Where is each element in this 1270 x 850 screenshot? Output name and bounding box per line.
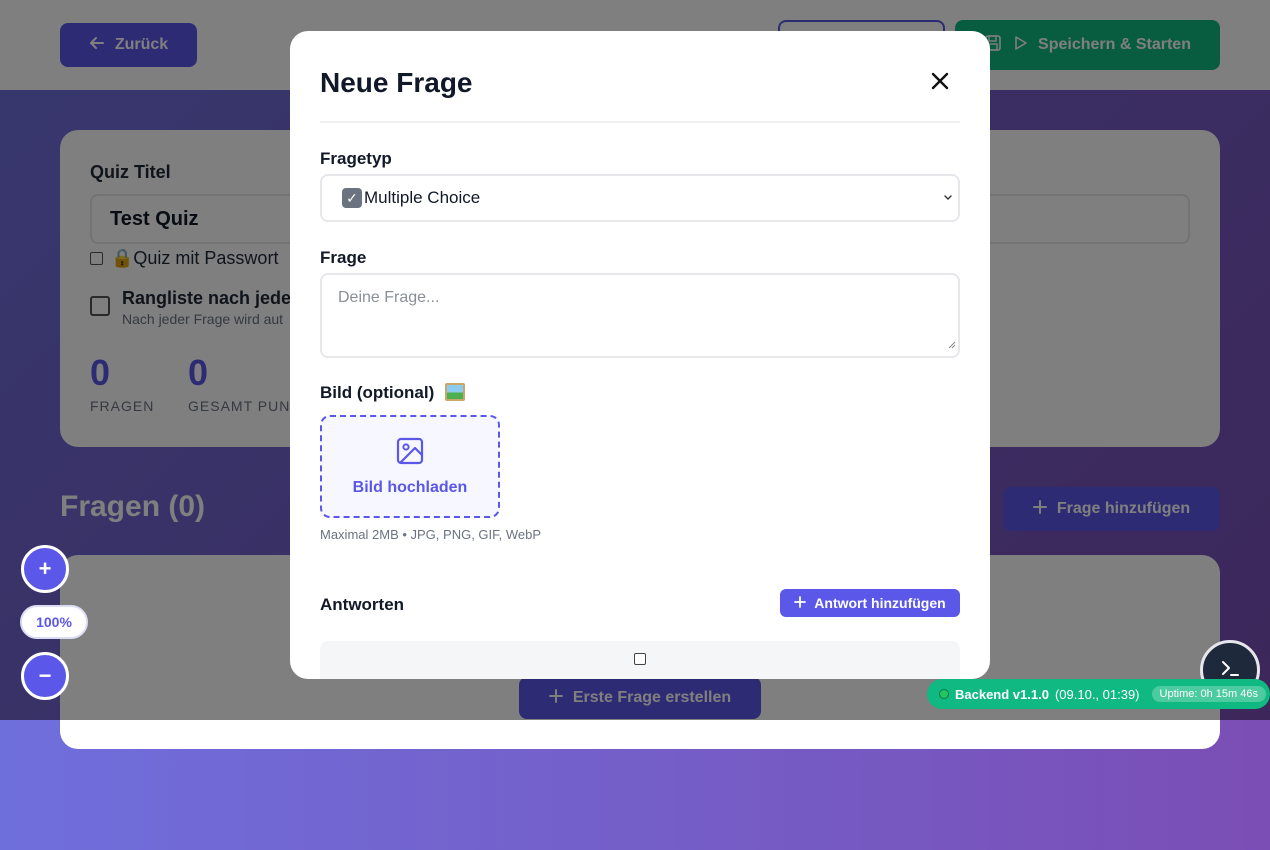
framed-picture-emoji-icon: [445, 383, 465, 401]
status-dot-icon: [939, 689, 949, 699]
modal-title: Neue Frage: [320, 67, 473, 98]
image-label-text: Bild (optional): [320, 383, 435, 402]
zoom-level: 100%: [20, 605, 88, 639]
question-type-label: Fragetyp: [320, 149, 392, 168]
add-answer-label: Antwort hinzufügen: [814, 595, 946, 611]
answers-label: Antworten: [320, 595, 405, 614]
image-upload-dropzone[interactable]: Bild hochladen: [320, 415, 500, 518]
chevron-down-icon: [940, 190, 956, 211]
backend-date: (09.10., 01:39): [1054, 686, 1140, 702]
close-icon[interactable]: [926, 67, 954, 95]
answer-row: [320, 641, 960, 679]
zoom-in-button[interactable]: +: [21, 545, 69, 593]
question-placeholder: Deine Frage...: [338, 289, 440, 306]
questions-card-bottom: [60, 720, 1220, 749]
zoom-out-button[interactable]: −: [21, 652, 69, 700]
question-label: Frage: [320, 248, 367, 267]
question-type-select[interactable]: ✓ Multiple Choice: [320, 174, 960, 222]
question-textarea[interactable]: Deine Frage...: [320, 273, 960, 358]
check-box-emoji-icon: ✓: [342, 188, 362, 208]
image-label: Bild (optional): [320, 383, 465, 403]
new-question-modal: Neue Frage Fragetyp ✓ Multiple Choice Fr…: [290, 31, 990, 679]
modal-divider: [320, 121, 960, 123]
upload-hint: Maximal 2MB • JPG, PNG, GIF, WebP: [320, 527, 542, 542]
image-icon: [395, 436, 425, 471]
uptime-pill: Uptime: 0h 15m 46s: [1151, 686, 1266, 702]
add-answer-button[interactable]: Antwort hinzufügen: [780, 589, 960, 617]
question-type-value: Multiple Choice: [364, 188, 481, 207]
plus-icon: [794, 595, 807, 611]
resize-grip-icon[interactable]: [946, 336, 956, 354]
upload-label: Bild hochladen: [352, 479, 468, 496]
answer-correct-checkbox[interactable]: [634, 653, 646, 665]
backend-status-badge: Backend v1.1.0 (09.10., 01:39) Uptime: 0…: [927, 679, 1270, 709]
backend-version: Backend v1.1.0: [955, 686, 1049, 702]
